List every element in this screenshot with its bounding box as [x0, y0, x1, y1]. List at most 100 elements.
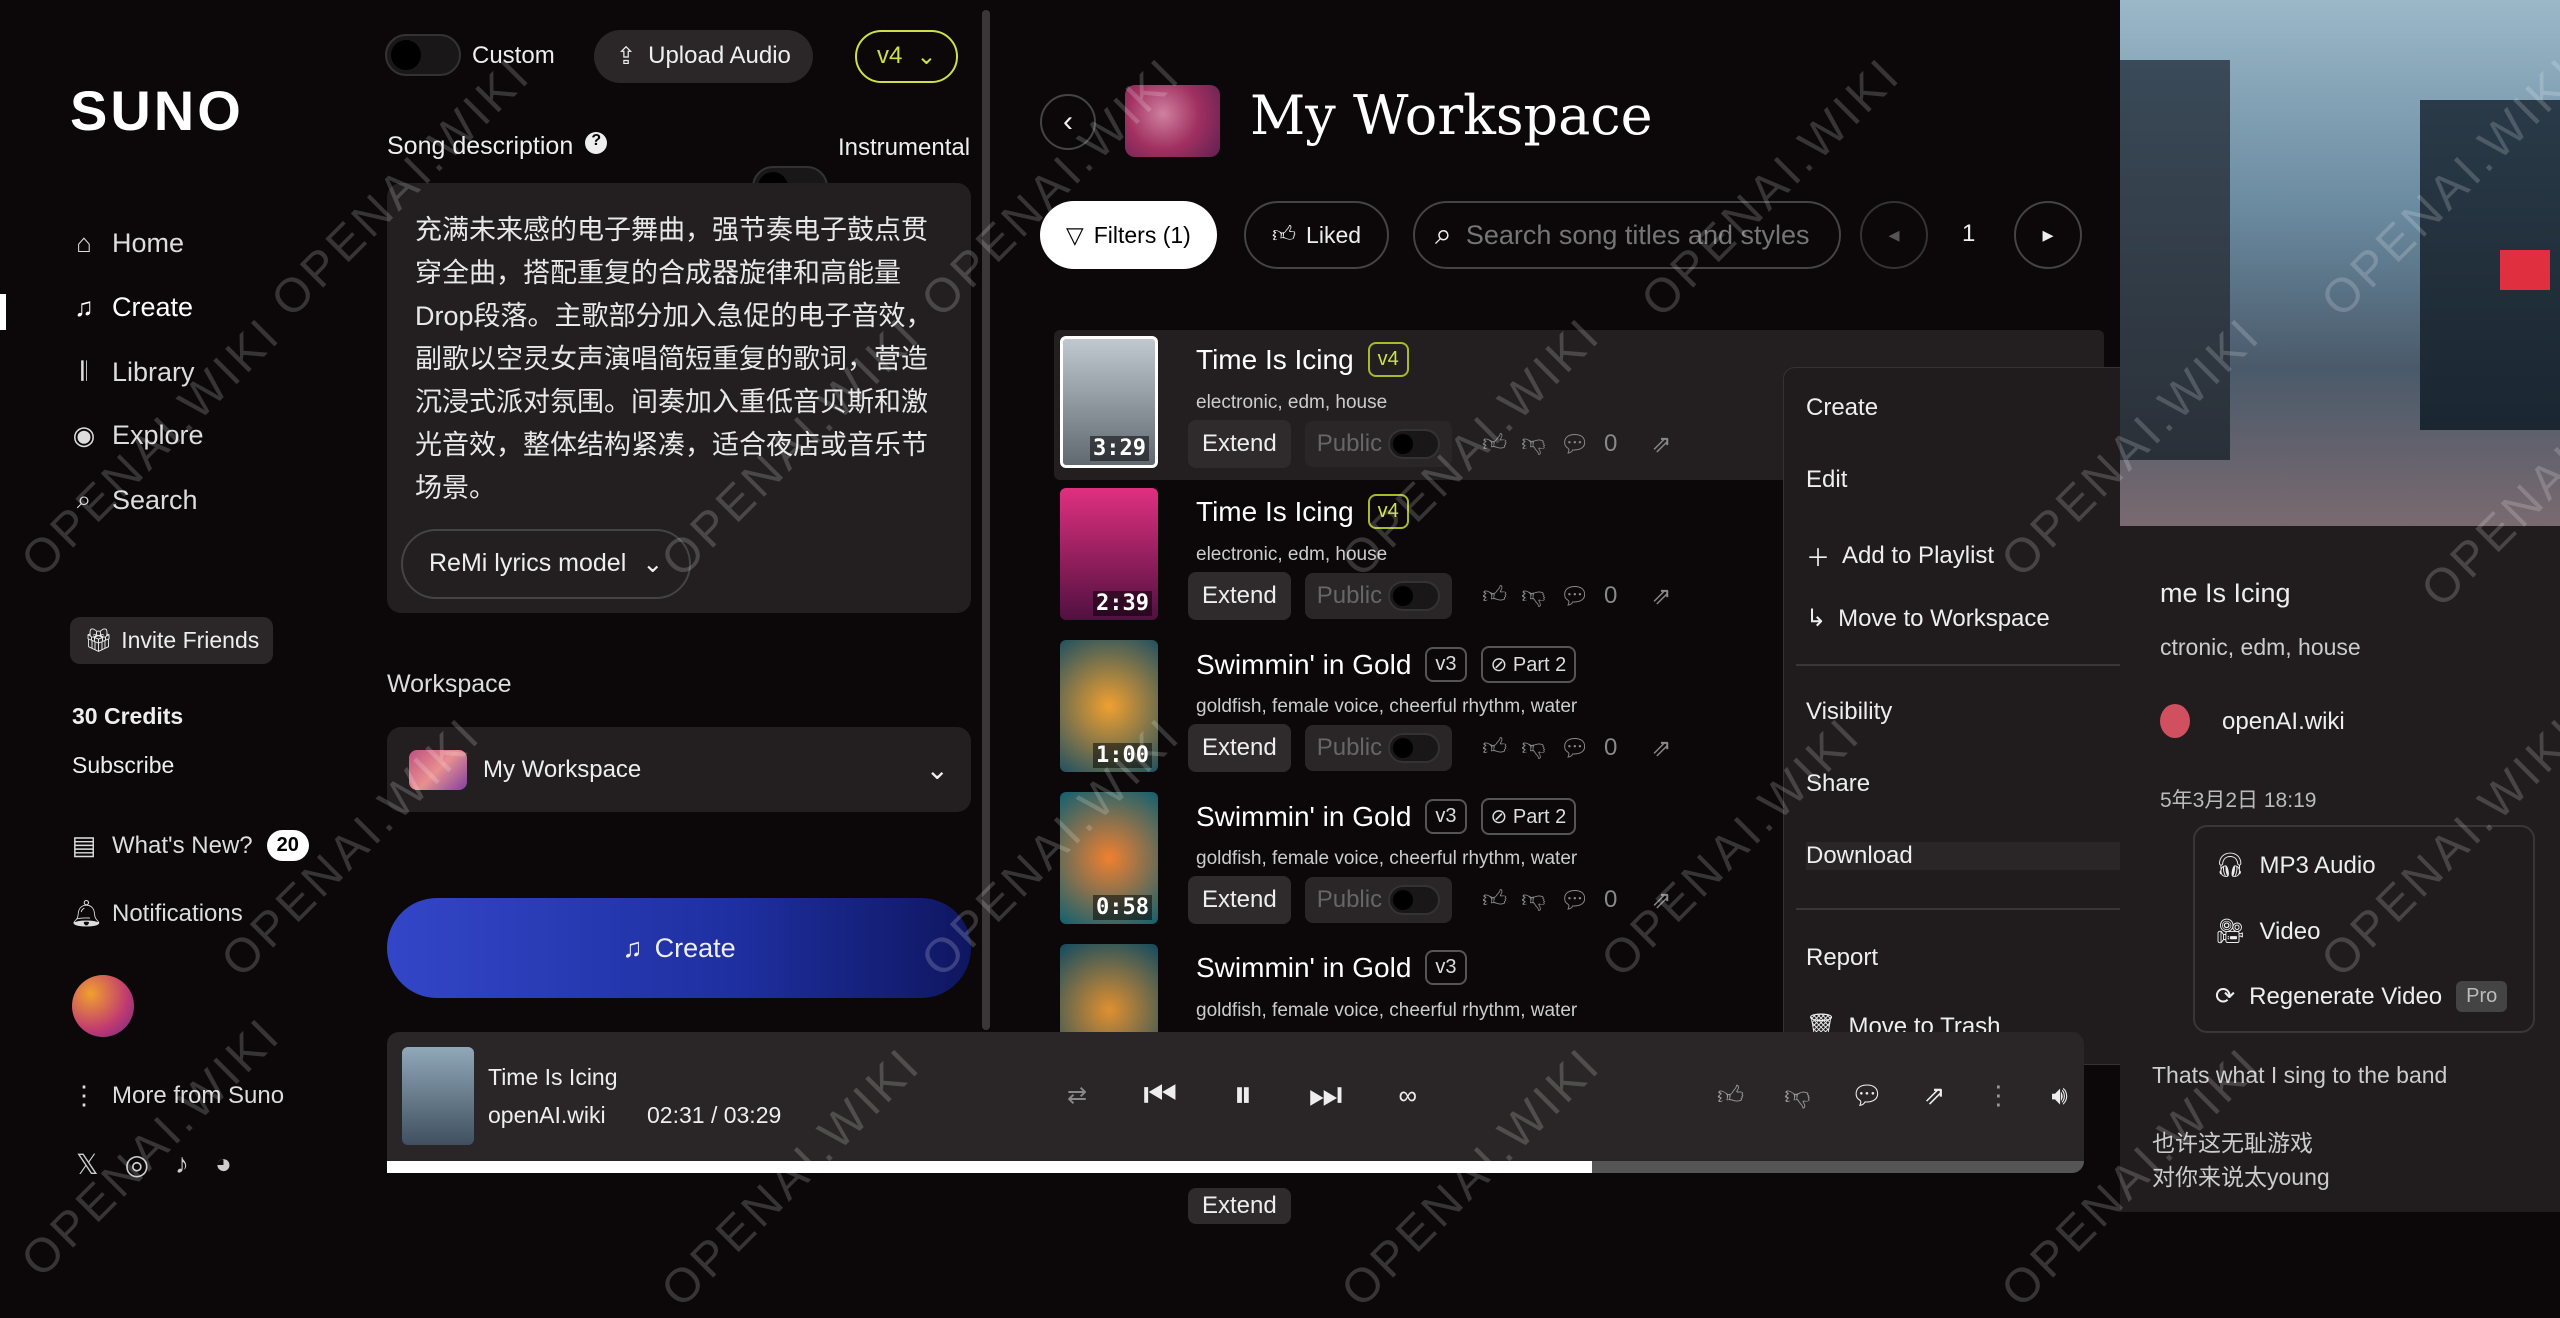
progress-track[interactable] [387, 1161, 2084, 1173]
upload-icon: ⇪ [616, 43, 637, 70]
create-panel-scrollbar[interactable] [982, 10, 990, 1030]
workspace-label: Workspace [387, 670, 512, 698]
custom-toggle[interactable] [385, 34, 461, 76]
link-icon[interactable]: ∞ [1399, 1080, 1418, 1111]
author-avatar[interactable] [2160, 704, 2190, 738]
sidebar-item-create[interactable]: ♫ Create [70, 292, 193, 323]
page-title: My Workspace [1250, 84, 1653, 147]
liked-button[interactable]: 👍︎ Liked [1244, 201, 1390, 269]
thumbs-down-icon[interactable]: 👎︎ [1521, 582, 1545, 610]
part-badge[interactable]: ⊘ Part 2 [1480, 798, 1577, 835]
song-title[interactable]: Swimmin' in Gold [1196, 649, 1411, 681]
details-author[interactable]: openAI.wiki [2222, 708, 2345, 736]
thumbs-down-icon[interactable]: 👎︎ [1521, 430, 1545, 458]
description-box[interactable]: 充满未来感的电子舞曲，强节奏电子鼓点贯穿全曲，搭配重复的合成器旋律和高能量Dro… [387, 183, 971, 613]
extend-button[interactable]: Extend [1188, 572, 1291, 620]
description-text[interactable]: 充满未来感的电子舞曲，强节奏电子鼓点贯穿全曲，搭配重复的合成器旋律和高能量Dro… [415, 209, 945, 510]
nav-label: Library [112, 356, 195, 387]
player-title[interactable]: Time Is Icing [488, 1064, 618, 1091]
song-thumbnail[interactable]: 0:58 [1060, 792, 1158, 924]
share-icon[interactable]: ⇗ [1651, 734, 1671, 763]
lyrics-model-select[interactable]: ReMi lyrics model ⌄ [401, 529, 692, 599]
thumbs-down-icon[interactable]: 👎︎ [1521, 734, 1545, 762]
notifications-button[interactable]: 🔔︎ Notifications [70, 898, 243, 929]
instagram-icon[interactable]: ◎ [125, 1148, 149, 1181]
download-mp3-audio[interactable]: 🎧︎ MP3 Audio [2215, 851, 2376, 880]
share-icon[interactable]: ⇗ [1651, 582, 1671, 611]
help-icon[interactable]: ? [585, 132, 608, 154]
extend-button[interactable]: Extend [1188, 876, 1291, 924]
skip-back-icon[interactable]: ⏮︎ [1143, 1074, 1177, 1117]
comment-icon[interactable]: 💬︎ [1560, 582, 1590, 611]
comment-icon[interactable]: 💬︎ [1560, 430, 1590, 459]
sidebar-item-home[interactable]: ⌂ Home [70, 228, 184, 259]
active-nav-indicator [0, 294, 6, 330]
subscribe-link[interactable]: Subscribe [72, 752, 174, 779]
x-icon[interactable]: 𝕏 [76, 1148, 99, 1181]
sidebar-item-explore[interactable]: ◉ Explore [70, 420, 204, 451]
thumbs-up-icon[interactable]: 👍︎ [1482, 430, 1507, 458]
next-page-button[interactable]: ▸ [2014, 201, 2082, 269]
comment-count: 0 [1604, 734, 1618, 761]
comment-icon[interactable]: 💬︎ [1560, 886, 1590, 915]
song-thumbnail[interactable]: 1:00 [1060, 640, 1158, 772]
more-from-suno[interactable]: ⋮ More from Suno [70, 1080, 284, 1111]
download-video[interactable]: 🎥︎ Video [2215, 917, 2320, 946]
public-toggle[interactable]: Public [1304, 573, 1453, 619]
filters-button[interactable]: ▽ Filters (1) [1040, 201, 1217, 269]
song-thumbnail[interactable]: 3:29 [1060, 336, 1158, 468]
player-artist[interactable]: openAI.wiki [488, 1102, 606, 1129]
public-toggle[interactable]: Public [1304, 421, 1453, 467]
video-camera-icon: 🎥︎ [2215, 918, 2246, 945]
label: Add to Playlist [1842, 541, 1995, 569]
pause-icon[interactable]: ⏸︎ [1233, 1074, 1252, 1117]
song-title[interactable]: Time Is Icing [1196, 344, 1354, 376]
thumbs-up-icon[interactable]: 👍︎ [1482, 734, 1507, 762]
comment-icon[interactable]: 💬︎ [1560, 734, 1590, 763]
thumbs-down-icon[interactable]: 👎︎ [1521, 886, 1545, 914]
shuffle-icon[interactable]: ⇄ [1067, 1081, 1087, 1110]
sidebar-item-library[interactable]: 𝄃 Library [70, 356, 195, 388]
create-button[interactable]: ♫ Create [387, 898, 971, 998]
discord-icon[interactable]: ◕ [215, 1148, 232, 1181]
sidebar-item-search[interactable]: ⌕ Search [70, 484, 198, 516]
share-icon[interactable]: ⇗ [1924, 1080, 1946, 1112]
whats-new-button[interactable]: ▤ What's New? 20 [70, 830, 309, 861]
music-note-icon: ♫ [74, 292, 94, 322]
workspace-select[interactable]: My Workspace ⌄ [387, 727, 971, 812]
song-title[interactable]: Swimmin' in Gold [1196, 952, 1411, 984]
volume-icon[interactable]: 🔊︎ [2051, 1080, 2067, 1112]
song-title[interactable]: Time Is Icing [1196, 496, 1354, 528]
song-thumbnail[interactable]: 2:39 [1060, 488, 1158, 620]
regenerate-video[interactable]: ⟳ Regenerate Video Pro [2215, 981, 2508, 1012]
extend-button[interactable]: Extend [1188, 1188, 1291, 1224]
song-title[interactable]: Swimmin' in Gold [1196, 801, 1411, 833]
search-field[interactable]: ⌕ [1413, 201, 1841, 269]
tiktok-icon[interactable]: ♪ [175, 1148, 189, 1181]
invite-friends-button[interactable]: 🎁︎ Invite Friends [70, 617, 274, 664]
comment-icon[interactable]: 💬︎ [1851, 1080, 1884, 1112]
extend-button[interactable]: Extend [1188, 724, 1291, 772]
lyric-line: 也许这无耻游戏 [2152, 1130, 2313, 1156]
thumbs-up-icon[interactable]: 👍︎ [1482, 582, 1507, 610]
music-sparkle-icon: ♫ [622, 932, 643, 963]
search-input[interactable] [1465, 219, 1820, 251]
version-select[interactable]: v4 ⌄ [855, 30, 959, 83]
skip-forward-icon[interactable]: ⏭︎ [1308, 1074, 1342, 1117]
back-button[interactable]: ‹ [1040, 94, 1096, 150]
part-badge[interactable]: ⊘ Part 2 [1480, 646, 1577, 683]
avatar[interactable] [72, 975, 134, 1037]
thumbs-up-icon[interactable]: 👍︎ [1482, 886, 1507, 914]
share-icon[interactable]: ⇗ [1651, 886, 1671, 915]
thumbs-down-icon[interactable]: 👎︎ [1784, 1080, 1810, 1112]
public-toggle[interactable]: Public [1304, 725, 1453, 771]
prev-page-button[interactable]: ◂ [1860, 201, 1928, 269]
suno-logo[interactable]: SUNO [70, 78, 244, 143]
upload-audio-button[interactable]: ⇪ Upload Audio [594, 30, 813, 83]
custom-label: Custom [472, 42, 555, 69]
more-vertical-icon[interactable]: ⋮ [1985, 1080, 2011, 1112]
thumbs-up-icon[interactable]: 👍︎ [1717, 1080, 1744, 1112]
public-toggle[interactable]: Public [1304, 877, 1453, 923]
extend-button[interactable]: Extend [1188, 420, 1291, 468]
share-icon[interactable]: ⇗ [1651, 430, 1671, 459]
